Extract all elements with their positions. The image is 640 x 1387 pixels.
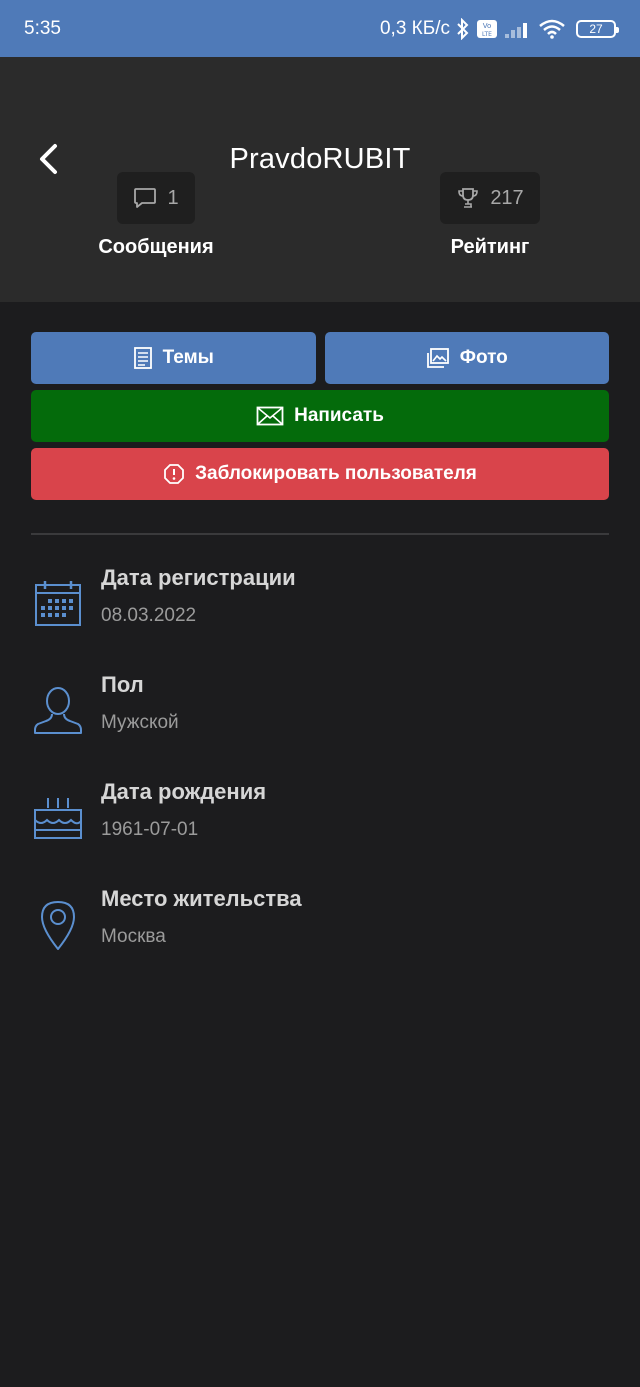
messages-count-box[interactable]: 1 xyxy=(117,172,195,224)
svg-text:LTE: LTE xyxy=(482,31,492,38)
trophy-icon xyxy=(458,188,479,208)
block-label: Заблокировать пользователя xyxy=(195,463,477,484)
info-registration-date: Дата регистрации 08.03.2022 xyxy=(31,535,609,642)
info-value: Москва xyxy=(101,926,166,947)
photos-button[interactable]: Фото xyxy=(324,332,609,384)
write-label: Написать xyxy=(294,405,384,426)
info-label: Пол xyxy=(101,672,144,697)
envelope-icon xyxy=(256,406,284,426)
status-icons: 0,3 КБ/с Vo LTE 27 xyxy=(379,17,619,40)
svg-text:Vo: Vo xyxy=(483,22,492,30)
rating-label: Рейтинг xyxy=(450,236,530,258)
info-label: Дата регистрации xyxy=(101,565,296,590)
volte-icon: Vo LTE xyxy=(477,19,497,38)
info-value: 08.03.2022 xyxy=(101,605,197,626)
messages-stat[interactable]: 1 Сообщения xyxy=(36,172,276,259)
write-message-button[interactable]: Написать xyxy=(31,390,609,442)
info-text: Место жительства Москва xyxy=(101,886,302,948)
rating-count-box[interactable]: 217 xyxy=(440,172,540,224)
signal-icon xyxy=(505,22,527,38)
status-time: 5:35 xyxy=(24,17,61,39)
info-label: Место жительства xyxy=(101,886,302,911)
battery-level: 27 xyxy=(589,21,603,36)
topics-label: Темы xyxy=(162,347,214,368)
status-bar: 5:35 0,3 КБ/с Vo LTE 27 xyxy=(0,0,640,57)
info-location: Место жительства Москва xyxy=(31,856,609,963)
stop-octagon-icon xyxy=(164,464,185,484)
user-icon xyxy=(31,684,85,738)
messages-count: 1 xyxy=(167,186,179,209)
document-icon xyxy=(133,347,152,369)
topics-button[interactable]: Темы xyxy=(31,332,316,384)
bluetooth-icon xyxy=(457,17,469,40)
info-gender: Пол Мужской xyxy=(31,642,609,749)
info-value: 1961-07-01 xyxy=(101,819,199,840)
info-value: Мужской xyxy=(101,712,179,733)
info-label: Дата рождения xyxy=(101,779,267,804)
cake-icon xyxy=(31,791,85,845)
info-text: Дата рождения 1961-07-01 xyxy=(101,779,266,841)
profile-info-list: Дата регистрации 08.03.2022 Пол Мужской xyxy=(0,535,640,963)
location-icon xyxy=(31,898,85,952)
rating-value: 217 xyxy=(490,186,524,209)
calendar-icon xyxy=(31,577,85,631)
network-speed: 0,3 КБ/с xyxy=(379,17,450,39)
messages-label: Сообщения xyxy=(98,236,214,258)
profile-header: PravdoRUBIT 1 Сообщения 217 Рейтинг xyxy=(0,57,640,302)
info-text: Дата регистрации 08.03.2022 xyxy=(101,565,296,627)
block-user-button[interactable]: Заблокировать пользователя xyxy=(31,448,609,500)
action-row: Темы Фото xyxy=(31,332,609,384)
wifi-icon xyxy=(539,19,565,39)
images-icon xyxy=(426,348,449,368)
battery-icon: 27 xyxy=(576,19,619,38)
action-buttons: Темы Фото Написать Заблокировать пользов… xyxy=(0,302,640,500)
message-icon xyxy=(134,188,157,208)
info-text: Пол Мужской xyxy=(101,672,179,734)
photos-label: Фото xyxy=(459,347,508,368)
rating-stat[interactable]: 217 Рейтинг xyxy=(370,172,610,259)
info-birth-date: Дата рождения 1961-07-01 xyxy=(31,749,609,856)
